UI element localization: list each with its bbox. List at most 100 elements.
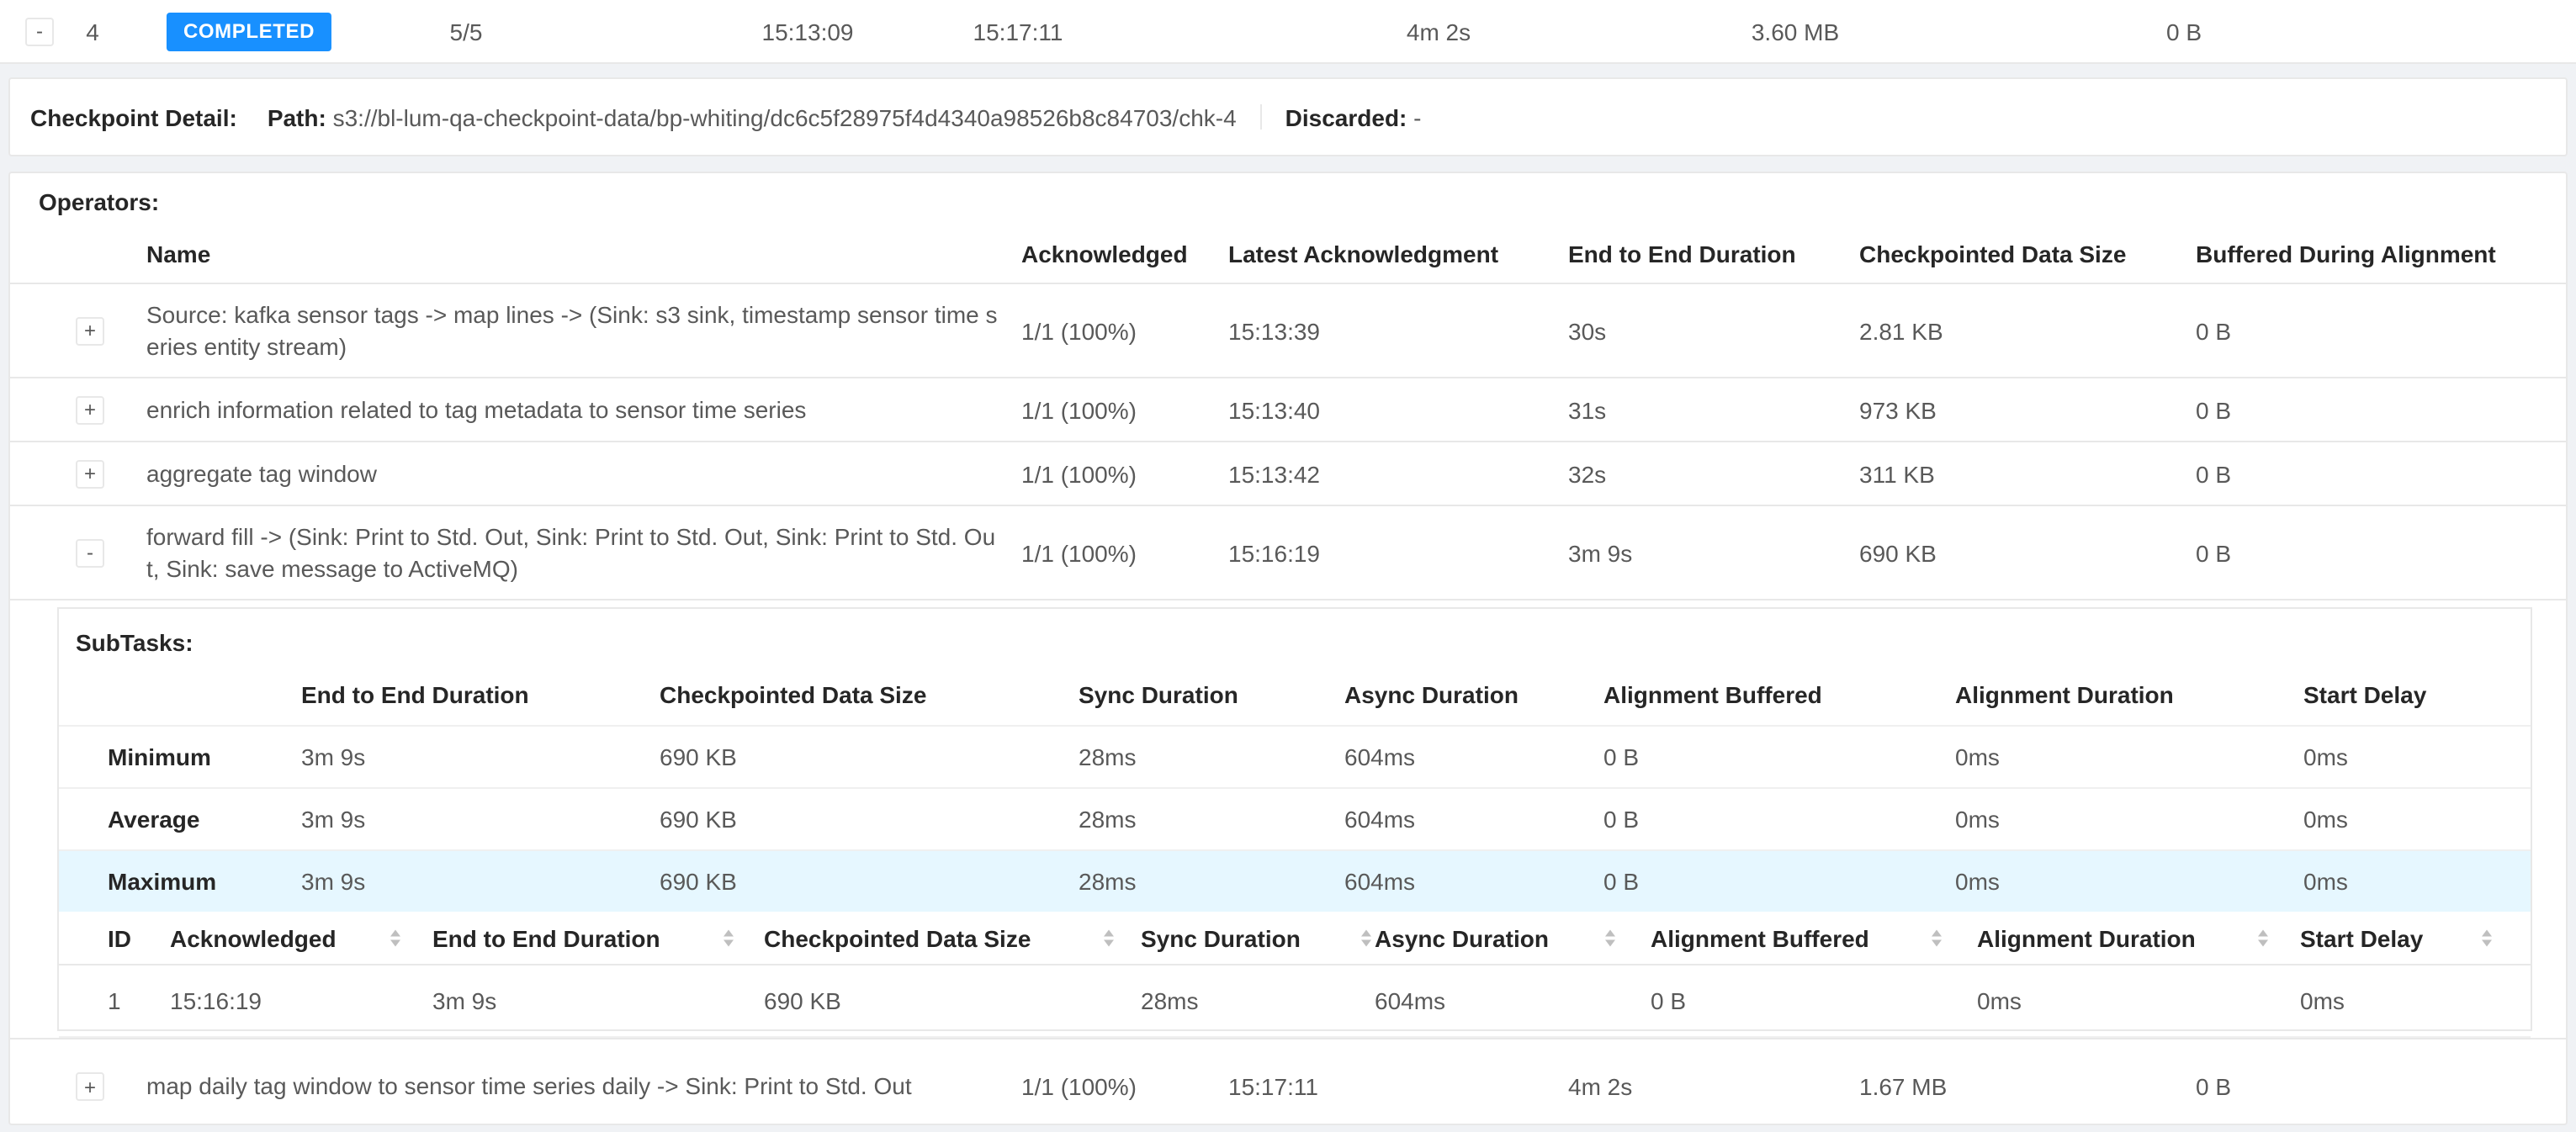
stat-value: 28ms (1079, 743, 1136, 770)
sort-icon[interactable] (1605, 929, 1615, 947)
sort-icon[interactable] (2258, 929, 2268, 947)
col-end-to-end-duration: End to End Duration (1568, 240, 1796, 267)
path-label: Path: (268, 103, 326, 130)
operators-table-header: Name Acknowledged Latest Acknowledgment … (10, 224, 2566, 284)
acknowledged-value: 1/1 (100%) (1021, 460, 1137, 487)
col-checkpointed-data-size: Checkpointed Data Size (764, 924, 1031, 951)
sort-icon[interactable] (1104, 929, 1114, 947)
collapse-button[interactable]: - (76, 538, 104, 567)
stat-value: 0ms (2303, 743, 2348, 770)
buffered-during-alignment-value: 0 B (2196, 539, 2231, 566)
subtask-end-to-end-duration: 3m 9s (432, 987, 496, 1014)
acknowledged-value: 1/1 (100%) (1021, 317, 1137, 344)
col-id: ID (108, 924, 131, 951)
acknowledged-value: 1/1 (100%) (1021, 396, 1137, 423)
expand-button[interactable]: + (76, 316, 104, 345)
path-value: s3://bl-lum-qa-checkpoint-data/bp-whitin… (333, 103, 1237, 130)
checkpoint-detail-card: Checkpoint Detail: Path: s3://bl-lum-qa-… (8, 77, 2568, 156)
col-checkpointed-data-size: Checkpointed Data Size (660, 680, 926, 707)
stat-value: 604ms (1344, 806, 1415, 833)
subtasks-panel: SubTasks: End to End Duration Checkpoint… (57, 607, 2532, 1031)
checkpointed-data-size-value: 2.81 KB (1859, 317, 1943, 344)
latest-acknowledgment-value: 15:17:11 (1228, 1073, 1318, 1100)
expand-button[interactable]: + (76, 395, 104, 424)
stat-value: 0 B (1603, 806, 1639, 833)
checkpointed-data-size-value: 311 KB (1859, 460, 1935, 487)
stats-row-minimum: Minimum 3m 9s 690 KB 28ms 604ms 0 B 0ms … (59, 727, 2531, 789)
subtask-start-delay: 0ms (2300, 987, 2345, 1014)
col-buffered-during-alignment: Buffered During Alignment (2196, 240, 2496, 267)
sort-icon[interactable] (1361, 929, 1371, 947)
latest-acknowledgment-time: 15:17:11 (973, 18, 1063, 45)
col-checkpointed-data-size: Checkpointed Data Size (1859, 240, 2126, 267)
latest-acknowledgment-value: 15:13:42 (1228, 460, 1320, 487)
operator-name: Source: kafka sensor tags -> map lines -… (146, 299, 1004, 362)
checkpoint-detail-page: - 4 COMPLETED 5/5 15:13:09 15:17:11 4m 2… (0, 0, 2576, 1132)
stat-value: 3m 9s (301, 806, 365, 833)
col-end-to-end-duration: End to End Duration (301, 680, 529, 707)
checkpoint-detail-title: Checkpoint Detail: (30, 103, 237, 130)
buffered-during-alignment-value: 0 B (2196, 317, 2231, 344)
checkpointed-data-size: 3.60 MB (1752, 18, 1839, 45)
table-row: + aggregate tag window 1/1 (100%) 15:13:… (10, 442, 2566, 506)
table-row: + Source: kafka sensor tags -> map lines… (10, 284, 2566, 378)
discarded-label: Discarded: (1285, 103, 1407, 130)
buffered-during-alignment-value: 0 B (2196, 1073, 2231, 1100)
subtask-checkpointed-data-size: 690 KB (764, 987, 841, 1014)
stat-value: 0ms (1955, 868, 2000, 895)
table-row: + map daily tag window to sensor time se… (10, 1039, 2566, 1125)
subtask-row: 1 15:16:19 3m 9s 690 KB 28ms 604ms 0 B 0… (59, 965, 2531, 1038)
stat-value: 604ms (1344, 868, 1415, 895)
latest-acknowledgment-value: 15:13:39 (1228, 317, 1320, 344)
col-start-delay: Start Delay (2300, 924, 2423, 951)
latest-acknowledgment-value: 15:13:40 (1228, 396, 1320, 423)
col-end-to-end-duration: End to End Duration (432, 924, 660, 951)
col-alignment-duration: Alignment Duration (1977, 924, 2196, 951)
latest-acknowledgment-value: 15:16:19 (1228, 539, 1320, 566)
sort-icon[interactable] (724, 929, 734, 947)
expand-button[interactable]: + (76, 1072, 104, 1101)
sort-icon[interactable] (2482, 929, 2492, 947)
end-to-end-duration-value: 32s (1568, 460, 1606, 487)
table-row: + enrich information related to tag meta… (10, 378, 2566, 442)
acknowledged-value: 1/1 (100%) (1021, 539, 1137, 566)
end-to-end-duration-value: 30s (1568, 317, 1606, 344)
col-acknowledged: Acknowledged (1021, 240, 1188, 267)
acknowledged-count: 5/5 (450, 18, 483, 45)
subtask-sync-duration: 28ms (1141, 987, 1198, 1014)
operators-card: Operators: Name Acknowledged Latest Ackn… (8, 172, 2568, 1125)
subtasks-title: SubTasks: (76, 629, 193, 656)
col-sync-duration: Sync Duration (1079, 680, 1238, 707)
stats-row-average: Average 3m 9s 690 KB 28ms 604ms 0 B 0ms … (59, 789, 2531, 851)
stat-value: 3m 9s (301, 743, 365, 770)
collapse-row-button[interactable]: - (25, 17, 54, 45)
stats-row-maximum: Maximum 3m 9s 690 KB 28ms 604ms 0 B 0ms … (59, 851, 2531, 912)
col-acknowledged: Acknowledged (170, 924, 337, 951)
buffered-during-alignment: 0 B (2166, 18, 2202, 45)
operator-name: enrich information related to tag metada… (146, 394, 1004, 426)
expand-button[interactable]: + (76, 459, 104, 488)
stat-value: 28ms (1079, 868, 1136, 895)
sort-icon[interactable] (1932, 929, 1942, 947)
subtasks-stats-header: End to End Duration Checkpointed Data Si… (59, 663, 2531, 727)
operator-name: forward fill -> (Sink: Print to Std. Out… (146, 521, 1004, 585)
col-latest-acknowledgment: Latest Acknowledgment (1228, 240, 1498, 267)
subtask-acknowledged: 15:16:19 (170, 987, 262, 1014)
divider (1260, 104, 1262, 130)
operator-name: aggregate tag window (146, 458, 1004, 489)
status-badge: COMPLETED (167, 12, 331, 50)
stats-row-label: Maximum (108, 868, 216, 895)
operators-table: Name Acknowledged Latest Acknowledgment … (10, 224, 2566, 1125)
table-row: - forward fill -> (Sink: Print to Std. O… (10, 506, 2566, 600)
subtask-alignment-duration: 0ms (1977, 987, 2022, 1014)
stat-value: 3m 9s (301, 868, 365, 895)
checkpointed-data-size-value: 1.67 MB (1859, 1073, 1947, 1100)
discarded-value: - (1413, 103, 1421, 130)
subtask-async-duration: 604ms (1375, 987, 1445, 1014)
col-alignment-buffered: Alignment Buffered (1651, 924, 1869, 951)
trigger-time: 15:13:09 (762, 18, 854, 45)
sort-icon[interactable] (390, 929, 400, 947)
col-async-duration: Async Duration (1375, 924, 1549, 951)
buffered-during-alignment-value: 0 B (2196, 460, 2231, 487)
stat-value: 690 KB (660, 743, 737, 770)
